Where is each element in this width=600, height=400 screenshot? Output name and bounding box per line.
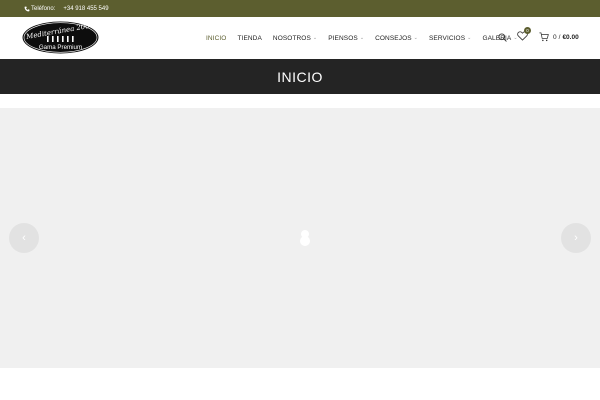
nav-item-nosotros[interactable]: NOSOTROS ⌄ — [273, 35, 317, 42]
nav-item-inicio[interactable]: INICIO — [206, 35, 226, 42]
search-icon[interactable] — [498, 33, 507, 42]
cart-separator: / — [558, 33, 561, 41]
main-nav: INICIO TIENDA NOSOTROS ⌄ PIENSOS ⌄ CONSEJO… — [206, 17, 529, 59]
nav-item-servicios[interactable]: SERVICIOS ⌄ — [429, 35, 471, 42]
phone-number[interactable]: +34 918 455 549 — [63, 6, 108, 12]
chevron-down-icon: ⌄ — [467, 35, 472, 41]
page-title-banner: INICIO — [0, 59, 600, 94]
chevron-down-icon: ⌄ — [312, 35, 318, 41]
nav-item-piensos[interactable]: PIENSOS ⌄ — [328, 35, 364, 42]
cart-icon — [539, 32, 549, 42]
logo-line2: Gama Premium — [39, 44, 82, 51]
nav-item-consejos[interactable]: CONSEJOS ⌄ — [375, 35, 418, 42]
chevron-down-icon: ⌄ — [413, 35, 418, 41]
cart-count: 0 — [553, 33, 557, 41]
site-logo[interactable]: Mediterránea 2000 Gama Premium — [22, 21, 99, 54]
wishlist-button[interactable]: 0 — [517, 27, 533, 43]
slider-prev-button[interactable]: ‹ — [9, 223, 39, 253]
site-header: Mediterránea 2000 Gama Premium INICIO TI… — [0, 17, 600, 59]
top-bar: Teléfono: +34 918 455 549 — [0, 0, 600, 17]
chevron-right-icon: › — [574, 232, 578, 244]
wishlist-count-badge: 0 — [524, 27, 531, 34]
loading-spinner-icon — [300, 230, 310, 246]
nav-item-tienda[interactable]: TIENDA — [237, 35, 261, 42]
page-title: INICIO — [277, 68, 323, 85]
chevron-left-icon: ‹ — [22, 232, 26, 244]
slider-next-button[interactable]: › — [561, 223, 591, 253]
phone-icon — [24, 6, 30, 11]
cart-total: €0.00 — [562, 33, 579, 41]
chevron-down-icon: ⌄ — [359, 35, 365, 41]
cart-button[interactable]: 0 / €0.00 — [539, 32, 579, 42]
phone-label: Teléfono: — [31, 5, 56, 12]
hero-slider: ‹ › — [0, 108, 600, 368]
